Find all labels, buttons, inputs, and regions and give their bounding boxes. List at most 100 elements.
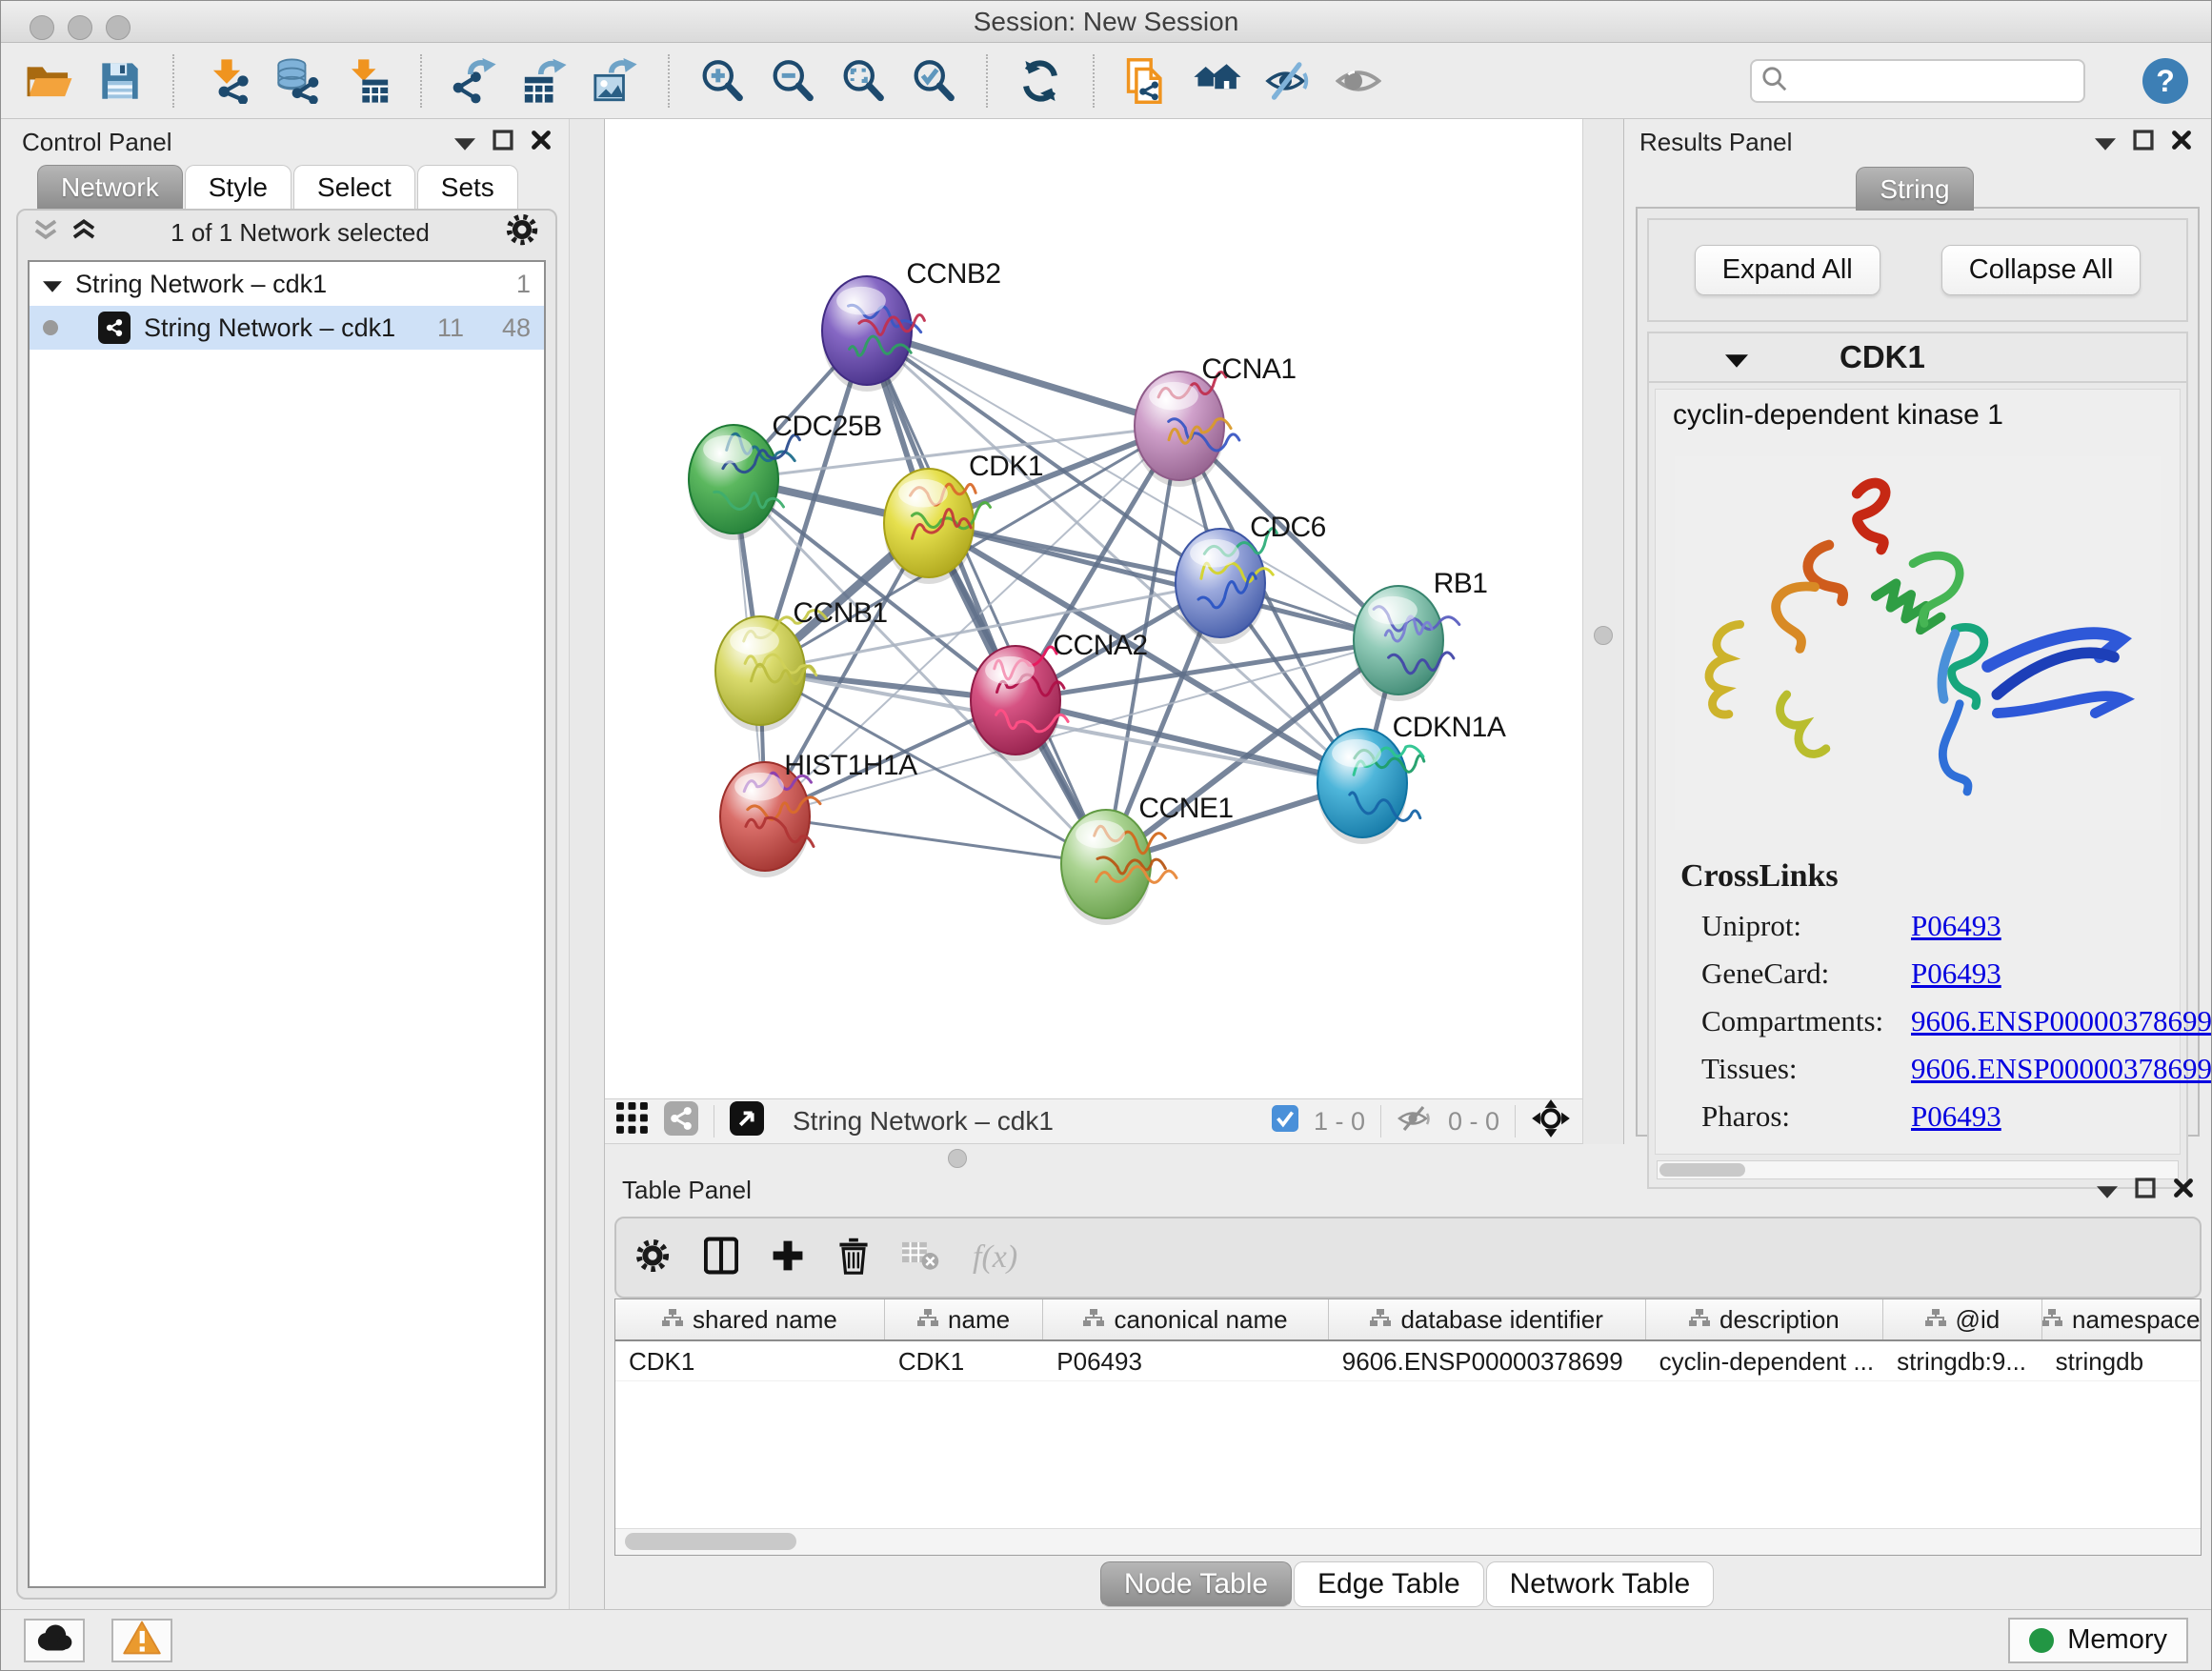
splitter-handle[interactable] bbox=[1594, 626, 1613, 645]
import-network-file-icon[interactable] bbox=[201, 54, 252, 108]
open-session-icon[interactable] bbox=[24, 54, 75, 108]
help-button[interactable]: ? bbox=[2142, 58, 2188, 104]
panel-close-icon[interactable] bbox=[2173, 1176, 2194, 1205]
network-share-view-icon[interactable] bbox=[664, 1101, 698, 1142]
panel-float-icon[interactable] bbox=[2135, 1176, 2156, 1205]
warnings-button[interactable] bbox=[111, 1619, 172, 1662]
node-RB1[interactable] bbox=[1354, 586, 1459, 701]
zoom-out-icon[interactable] bbox=[767, 54, 818, 108]
crosslink-link[interactable]: 9606.ENSP00000378699 bbox=[1911, 1052, 2212, 1086]
tab-edge-table[interactable]: Edge Table bbox=[1294, 1561, 1484, 1607]
table-row[interactable]: CDK1CDK1P064939606.ENSP00000378699cyclin… bbox=[615, 1341, 2201, 1381]
hide-selected-eye-icon[interactable] bbox=[1262, 54, 1314, 108]
export-network-icon[interactable] bbox=[449, 54, 500, 108]
tab-network-table[interactable]: Network Table bbox=[1486, 1561, 1715, 1607]
open-in-window-icon[interactable] bbox=[730, 1101, 764, 1142]
search-input[interactable] bbox=[1796, 66, 2072, 97]
show-columns-icon[interactable] bbox=[704, 1237, 738, 1279]
node-label-CDC6: CDC6 bbox=[1250, 512, 1326, 543]
column-header-canonical-name[interactable]: canonical name bbox=[1043, 1299, 1329, 1339]
tab-node-table[interactable]: Node Table bbox=[1100, 1561, 1292, 1607]
edge-CCNB2-CCNE1[interactable] bbox=[867, 331, 1106, 864]
section-expand-icon[interactable] bbox=[1725, 339, 1748, 375]
grid-view-icon[interactable] bbox=[616, 1102, 649, 1141]
panel-close-icon[interactable] bbox=[2171, 128, 2192, 157]
panel-collapse-icon[interactable] bbox=[2097, 1176, 2118, 1205]
delete-table-icon[interactable] bbox=[902, 1239, 940, 1277]
hidden-eye-icon[interactable] bbox=[1397, 1102, 1433, 1141]
panel-collapse-icon[interactable] bbox=[2095, 128, 2116, 157]
column-header-namespace[interactable]: namespace bbox=[2042, 1299, 2201, 1339]
birds-eye-view-icon[interactable] bbox=[1192, 54, 1243, 108]
table-horizontal-scrollbar[interactable] bbox=[615, 1528, 2201, 1555]
network-graph[interactable]: CCNB2 CCNA1 CDC25B CDK1 CDC6 RB1 CCNB1 bbox=[605, 119, 1582, 1098]
duplicate-network-icon[interactable] bbox=[1121, 54, 1173, 108]
panel-collapse-icon[interactable] bbox=[454, 128, 475, 157]
crosslink-link[interactable]: P06493 bbox=[1911, 956, 2001, 991]
app-window: Session: New Session bbox=[0, 0, 2212, 1671]
column-header-description[interactable]: description bbox=[1646, 1299, 1884, 1339]
expand-all-networks-icon[interactable] bbox=[71, 218, 96, 248]
minimize-traffic-light[interactable] bbox=[68, 15, 92, 40]
network-canvas[interactable]: CCNB2 CCNA1 CDC25B CDK1 CDC6 RB1 CCNB1 bbox=[605, 119, 1582, 1098]
crosslink-row: Tissues: 9606.ENSP00000378699 bbox=[1656, 1045, 2180, 1093]
add-column-icon[interactable] bbox=[771, 1238, 805, 1278]
left-splitter[interactable] bbox=[569, 119, 605, 1609]
panel-close-icon[interactable] bbox=[531, 128, 552, 157]
panel-float-icon[interactable] bbox=[2133, 128, 2154, 157]
panel-float-icon[interactable] bbox=[493, 128, 513, 157]
save-session-icon[interactable] bbox=[94, 54, 146, 108]
tree-expand-icon[interactable] bbox=[43, 270, 62, 299]
network-row[interactable]: String Network – cdk1 11 48 bbox=[30, 306, 544, 350]
function-builder-icon[interactable]: f(x) bbox=[973, 1239, 1017, 1276]
expand-all-button[interactable]: Expand All bbox=[1695, 245, 1880, 295]
crosslink-link[interactable]: P06493 bbox=[1911, 1099, 2001, 1134]
node-CDC25B[interactable] bbox=[689, 425, 799, 540]
collapse-all-button[interactable]: Collapse All bbox=[1941, 245, 2142, 295]
import-network-database-icon[interactable] bbox=[271, 54, 323, 108]
cloud-button[interactable] bbox=[24, 1619, 85, 1662]
column-header-database-identifier[interactable]: database identifier bbox=[1329, 1299, 1646, 1339]
tab-select[interactable]: Select bbox=[293, 165, 415, 209]
delete-column-trash-icon[interactable] bbox=[837, 1236, 870, 1280]
export-image-icon[interactable] bbox=[590, 54, 641, 108]
memory-button[interactable]: Memory bbox=[2008, 1618, 2188, 1663]
fit-selection-crosshair-icon[interactable] bbox=[1531, 1098, 1571, 1145]
column-header-name[interactable]: name bbox=[885, 1299, 1043, 1339]
column-type-icon bbox=[2042, 1305, 2062, 1335]
node-CCNE1[interactable] bbox=[1061, 810, 1176, 925]
tab-style[interactable]: Style bbox=[185, 165, 292, 209]
collapse-all-networks-icon[interactable] bbox=[33, 218, 58, 248]
edge-HIST1H1A-CCNE1[interactable] bbox=[765, 816, 1106, 864]
node-CDC6[interactable] bbox=[1176, 529, 1277, 644]
show-hidden-eye-icon[interactable] bbox=[1333, 54, 1384, 108]
zoom-selected-icon[interactable] bbox=[908, 54, 959, 108]
tab-network[interactable]: Network bbox=[37, 165, 183, 209]
zoom-traffic-light[interactable] bbox=[106, 15, 131, 40]
crosslink-link[interactable]: 9606.ENSP00000378699 bbox=[1911, 1004, 2212, 1038]
network-options-gear-icon[interactable] bbox=[504, 211, 540, 254]
tab-string[interactable]: String bbox=[1856, 167, 1973, 211]
network-collection-row[interactable]: String Network – cdk1 1 bbox=[30, 262, 544, 306]
node-CDK1[interactable] bbox=[884, 469, 991, 584]
protein-section-header[interactable]: CDK1 bbox=[1649, 333, 2186, 383]
close-traffic-light[interactable] bbox=[30, 15, 54, 40]
crosslink-link[interactable]: P06493 bbox=[1911, 909, 2001, 943]
export-table-icon[interactable] bbox=[519, 54, 571, 108]
protein-name: CDK1 bbox=[1840, 339, 1925, 375]
node-CDKN1A[interactable] bbox=[1317, 729, 1424, 844]
tab-sets[interactable]: Sets bbox=[417, 165, 518, 209]
column-header-shared-name[interactable]: shared name bbox=[615, 1299, 885, 1339]
column-header-@id[interactable]: @id bbox=[1883, 1299, 2041, 1339]
edge-CCNB2-CCNA1[interactable] bbox=[867, 331, 1179, 426]
import-table-icon[interactable] bbox=[342, 54, 393, 108]
table-gear-icon[interactable] bbox=[633, 1237, 672, 1279]
splitter-handle[interactable] bbox=[948, 1149, 967, 1168]
selected-checkbox-icon[interactable] bbox=[1272, 1105, 1298, 1138]
node-CCNB2[interactable] bbox=[822, 276, 924, 392]
zoom-fit-icon[interactable] bbox=[837, 54, 889, 108]
refresh-icon[interactable] bbox=[1015, 54, 1066, 108]
zoom-in-icon[interactable] bbox=[696, 54, 748, 108]
memory-label: Memory bbox=[2067, 1624, 2167, 1656]
right-splitter[interactable] bbox=[1582, 119, 1624, 1173]
